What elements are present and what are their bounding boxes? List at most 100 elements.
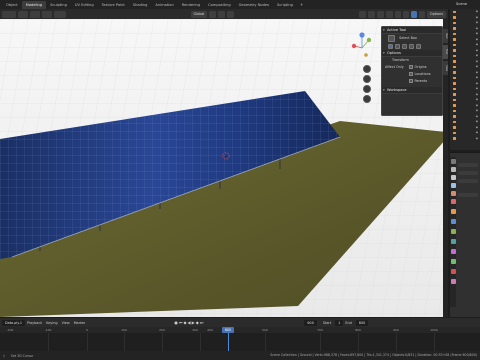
material-tab-icon[interactable] xyxy=(450,269,456,274)
object-menu[interactable] xyxy=(54,10,66,18)
select-menu[interactable] xyxy=(30,10,40,18)
snap-icon[interactable] xyxy=(218,10,226,18)
parents-checkbox[interactable] xyxy=(409,79,413,83)
select-box-icon[interactable] xyxy=(388,34,395,42)
camera-view-icon[interactable] xyxy=(363,85,371,93)
tab-compositing[interactable]: Compositing xyxy=(204,1,235,9)
view-menu[interactable] xyxy=(18,10,28,18)
shading-material-icon[interactable] xyxy=(410,10,417,18)
mode-intersect-icon[interactable] xyxy=(416,43,422,49)
perspective-toggle-icon[interactable] xyxy=(363,95,371,103)
output-tab-icon[interactable] xyxy=(450,175,456,180)
prev-key-icon[interactable]: ◆ xyxy=(183,320,186,325)
parents-row: Parents xyxy=(382,78,442,85)
view-menu[interactable]: View xyxy=(62,321,70,325)
scene-tab-icon[interactable] xyxy=(450,191,456,196)
mode-invert-icon[interactable] xyxy=(409,43,415,49)
tab-modeling[interactable]: Modeling xyxy=(21,0,47,9)
transform-subheader[interactable]: Transform xyxy=(382,57,442,64)
end-frame-field[interactable]: 800 xyxy=(355,319,369,326)
orientation-dropdown[interactable]: Global xyxy=(190,10,208,18)
constraint-tab-icon[interactable] xyxy=(450,249,456,254)
data-tab-icon[interactable] xyxy=(450,259,456,264)
tab-shading[interactable]: Shading xyxy=(129,1,152,9)
timeline[interactable]: -200 -100 0 100 200 300 400 500 700 800 … xyxy=(0,327,480,351)
physics-tab-icon[interactable] xyxy=(450,239,456,244)
mode-subtract-icon[interactable] xyxy=(402,43,408,49)
play-reverse-icon[interactable]: ◀ xyxy=(188,320,191,325)
tick-label: 900 xyxy=(393,328,399,332)
grid-line xyxy=(265,333,266,351)
tab-geometry-nodes[interactable]: Geometry Nodes xyxy=(235,1,273,9)
add-menu[interactable] xyxy=(42,10,52,18)
world-tab-icon[interactable] xyxy=(450,199,456,204)
workspace-header[interactable]: Workspace xyxy=(382,87,442,94)
zoom-icon[interactable] xyxy=(363,65,371,73)
tab-view[interactable]: View xyxy=(443,61,448,75)
active-tool-header[interactable]: Active Tool xyxy=(382,27,442,34)
playback-menu[interactable]: Playback xyxy=(27,321,42,325)
tab-tool[interactable]: Tool xyxy=(443,45,448,59)
xray-icon[interactable] xyxy=(385,10,393,18)
add-workspace-button[interactable]: + xyxy=(297,2,306,7)
properties-tabs xyxy=(450,157,456,307)
tab-sculpting[interactable]: Sculpting xyxy=(46,1,71,9)
tab-uv-editing[interactable]: UV Editing xyxy=(71,1,98,9)
visibility-icon[interactable] xyxy=(358,10,366,18)
mode-set-icon[interactable] xyxy=(388,43,393,49)
outliner-row[interactable] xyxy=(450,136,480,142)
render-tab-icon[interactable] xyxy=(450,167,456,172)
keying-menu[interactable]: Keying xyxy=(46,321,57,325)
particles-tab-icon[interactable] xyxy=(450,229,456,234)
gizmo-icon[interactable] xyxy=(367,10,375,18)
property-field[interactable] xyxy=(458,163,478,167)
jump-end-icon[interactable]: ⏭ xyxy=(200,320,204,325)
active-tool-name: Select Box xyxy=(399,36,417,40)
next-key-icon[interactable]: ◆ xyxy=(196,320,199,325)
pivot-icon[interactable] xyxy=(209,10,217,18)
tab-item[interactable]: Item xyxy=(443,29,448,43)
record-icon[interactable]: ● xyxy=(174,320,178,325)
texture-tab-icon[interactable] xyxy=(450,279,456,284)
status-hint: Set 3D Cursor xyxy=(10,353,34,358)
start-frame-field[interactable]: 1 xyxy=(335,319,344,326)
modifier-tab-icon[interactable] xyxy=(450,219,456,224)
locations-checkbox[interactable] xyxy=(409,72,413,76)
tab-scripting[interactable]: Scripting xyxy=(273,1,297,9)
play-icon[interactable]: ▶ xyxy=(192,320,195,325)
options-dropdown[interactable]: Options xyxy=(426,10,447,18)
shading-wireframe-icon[interactable] xyxy=(394,10,401,18)
current-frame-field[interactable]: 600 xyxy=(304,319,317,326)
property-field[interactable] xyxy=(458,171,478,175)
proportional-edit-icon[interactable] xyxy=(227,10,235,18)
object-tab-icon[interactable] xyxy=(450,209,456,214)
property-field[interactable] xyxy=(458,179,478,183)
origins-checkbox[interactable] xyxy=(409,65,413,69)
marker-menu[interactable]: Marker xyxy=(74,321,86,325)
shading-rendered-icon[interactable] xyxy=(418,10,425,18)
tab-texture-paint[interactable]: Texture Paint xyxy=(98,1,129,9)
mode-dropdown[interactable] xyxy=(2,10,16,18)
timeline-ruler[interactable]: -200 -100 0 100 200 300 400 500 700 800 … xyxy=(0,327,480,333)
view-layer-tab-icon[interactable] xyxy=(450,183,456,188)
property-field[interactable] xyxy=(458,193,478,197)
tool-tab-icon[interactable] xyxy=(450,159,456,164)
editor-label[interactable]: Object xyxy=(2,1,22,9)
grid-line xyxy=(434,333,435,351)
tick-label: 500 xyxy=(262,328,268,332)
locations-label: Locations xyxy=(414,72,431,76)
shading-solid-icon[interactable] xyxy=(402,10,409,18)
mode-extend-icon[interactable] xyxy=(395,43,401,49)
overlay-icon[interactable] xyxy=(376,10,384,18)
start-label: Start xyxy=(322,320,332,325)
tab-rendering[interactable]: Rendering xyxy=(178,1,204,9)
timeline-header: Data.ply.1 Playback Keying View Marker ●… xyxy=(0,318,480,327)
file-tab[interactable]: Data.ply.1 xyxy=(2,319,26,326)
playhead-frame-label[interactable]: 600 xyxy=(222,327,234,333)
grid-line xyxy=(200,333,201,351)
tab-animation[interactable]: Animation xyxy=(151,1,177,9)
pan-hand-icon[interactable] xyxy=(363,75,371,83)
jump-start-icon[interactable]: ⏮ xyxy=(179,320,183,325)
options-header[interactable]: Options xyxy=(382,50,442,57)
active-tool-row[interactable]: Select Box xyxy=(382,34,442,43)
